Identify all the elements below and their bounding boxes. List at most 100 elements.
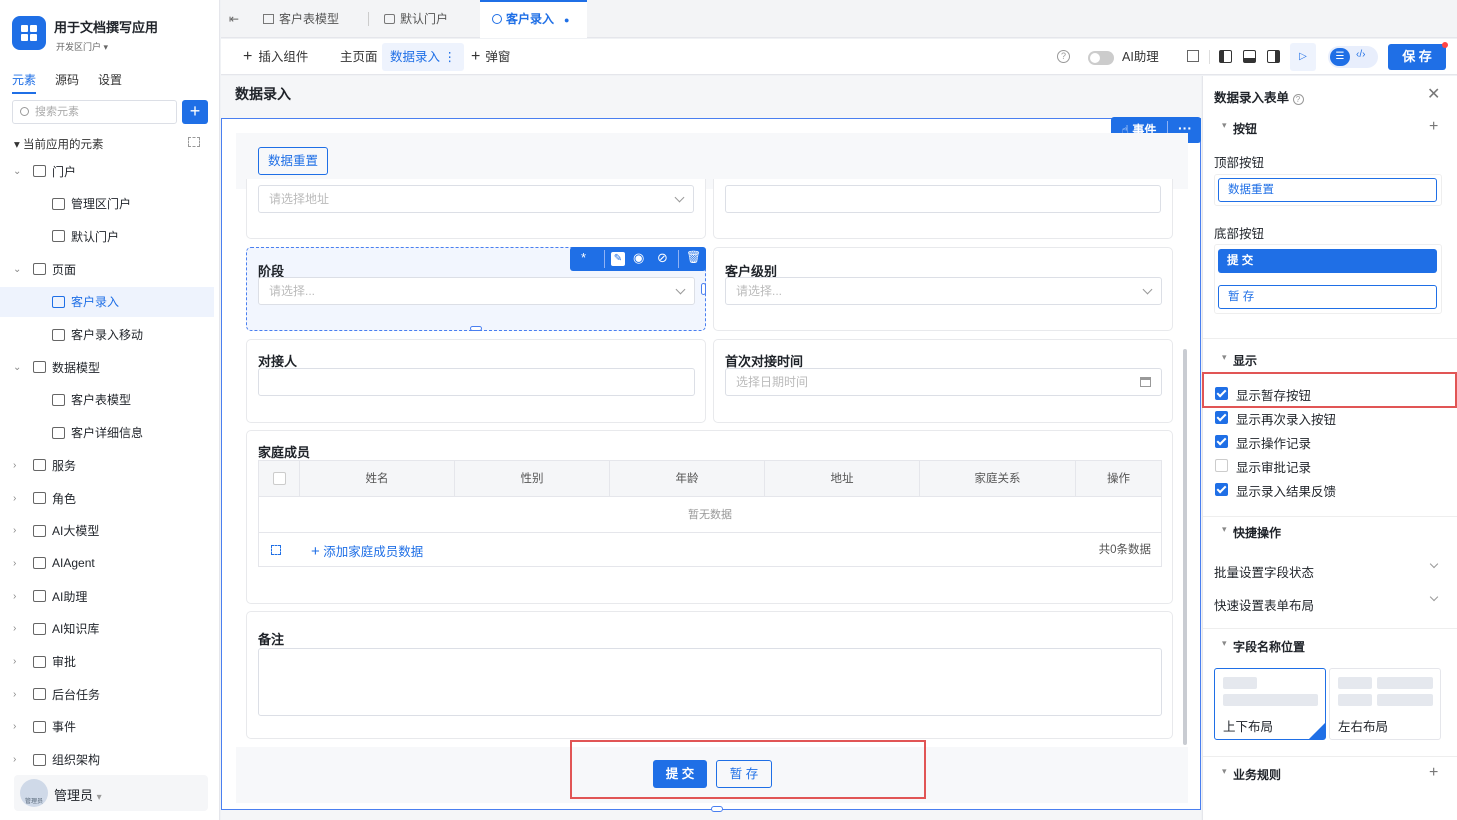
select-all-checkbox[interactable] (273, 472, 286, 485)
layout-top-bottom-option[interactable]: 上下布局 (1214, 668, 1326, 740)
view-mode-switch[interactable]: ☰ ‹/› (1328, 46, 1378, 68)
data-entry-tab[interactable]: 数据录入 ⋮ (382, 43, 464, 71)
data-reset-button[interactable]: 数据重置 (258, 147, 328, 175)
remark-textarea[interactable] (258, 648, 1162, 716)
sidebar-item[interactable]: › 审批 (0, 647, 214, 677)
display-section[interactable]: 显示 (1222, 352, 1257, 369)
layout-icon[interactable] (1187, 50, 1199, 62)
sidebar-item[interactable]: ⌄ 门户 (0, 156, 214, 186)
form-resize-handle[interactable] (711, 806, 723, 812)
display-option-checkbox[interactable] (1215, 411, 1228, 424)
sidebar-item[interactable]: ⌄ 页面 (0, 254, 214, 284)
chevron-right-icon[interactable]: › (13, 689, 16, 700)
display-option-checkbox[interactable] (1215, 483, 1228, 496)
form-container[interactable]: ☝ 事件 ··· 数据重置 请选择地址 * ✎ ◉ ⊘ 🗑 阶段 请选择... … (221, 117, 1201, 812)
sidebar-item[interactable]: › 后台任务 (0, 679, 214, 709)
label-position-section[interactable]: 字段名称位置 (1222, 638, 1305, 655)
sidebar-item[interactable]: › 角色 (0, 483, 214, 513)
first-contact-date-picker[interactable]: 选择日期时间 (725, 368, 1162, 396)
bottom-draft-item[interactable]: 暂 存 (1218, 285, 1437, 309)
sidebar-item[interactable]: › 事件 (0, 712, 214, 742)
group-title[interactable]: ▾ 当前应用的元素 (14, 136, 103, 152)
sidebar-item[interactable]: › AI助理 (0, 581, 214, 611)
sidebar-item[interactable]: 客户详细信息 (0, 418, 214, 448)
sidebar-item[interactable]: 客户表模型 (0, 385, 214, 415)
chevron-right-icon[interactable]: › (13, 460, 16, 471)
sidebar-item[interactable]: › 服务 (0, 450, 214, 480)
add-rule-icon[interactable]: + (1429, 764, 1438, 782)
main-page-tab[interactable]: 主页面 (340, 39, 378, 75)
address-detail-input[interactable] (725, 185, 1161, 213)
delete-icon[interactable]: 🗑 (686, 250, 701, 264)
tab-source[interactable]: 源码 (55, 71, 79, 94)
chevron-right-icon[interactable]: › (13, 591, 16, 602)
collapse-sidebar-icon[interactable]: ⇤ (229, 0, 249, 38)
address-select[interactable]: 请选择地址 (258, 185, 694, 213)
add-family-member-button[interactable]: + 添加家庭成员数据 (311, 541, 423, 560)
scrollbar[interactable] (1183, 349, 1187, 745)
add-button-icon[interactable]: + (1429, 118, 1438, 136)
tab-default-portal[interactable]: 默认门户 (384, 0, 448, 38)
chevron-right-icon[interactable]: › (13, 721, 16, 732)
user-menu[interactable]: 管理员 管理员 ▾ (14, 775, 208, 811)
design-mode-icon[interactable]: ☰ (1330, 48, 1350, 66)
chevron-down-icon[interactable]: ⌄ (13, 264, 21, 275)
sidebar-item[interactable]: 客户录入移动 (0, 320, 214, 350)
preview-play-icon[interactable]: ▷ (1290, 43, 1316, 71)
sidebar-item[interactable]: 管理区门户 (0, 189, 214, 219)
chevron-down-icon[interactable] (1429, 592, 1439, 602)
popup-button[interactable]: + 弹窗 (471, 39, 510, 75)
contact-input[interactable] (258, 368, 695, 396)
fullscreen-icon[interactable] (271, 545, 281, 555)
quick-form-layout[interactable]: 快速设置表单布局 (1214, 595, 1314, 614)
tab-elements[interactable]: 元素 (12, 71, 37, 94)
display-option-checkbox[interactable] (1215, 459, 1228, 472)
chevron-down-icon[interactable] (1429, 559, 1439, 569)
chevron-down-icon[interactable]: ⌄ (13, 362, 21, 373)
batch-field-status[interactable]: 批量设置字段状态 (1214, 562, 1314, 581)
group-settings-icon[interactable] (188, 137, 200, 147)
help-icon[interactable]: ? (1057, 50, 1070, 63)
resize-handle-side[interactable] (701, 283, 706, 295)
bottom-panel-icon[interactable] (1243, 50, 1256, 63)
chevron-right-icon[interactable]: › (13, 754, 16, 765)
right-panel-icon[interactable] (1267, 50, 1280, 63)
bottom-submit-item[interactable]: 提 交 (1218, 249, 1437, 273)
required-icon[interactable]: * (581, 250, 586, 265)
chevron-right-icon[interactable]: › (13, 623, 16, 634)
save-button[interactable]: 保 存 (1388, 42, 1448, 70)
close-icon[interactable]: ✕ (1427, 84, 1440, 104)
ai-assistant-toggle[interactable] (1088, 51, 1114, 65)
eye-off-icon[interactable]: ⊘ (657, 250, 668, 266)
sidebar-item[interactable]: › AI大模型 (0, 516, 214, 546)
chevron-right-icon[interactable]: › (13, 493, 16, 504)
sidebar-item[interactable]: › 组织架构 (0, 745, 214, 775)
add-element-button[interactable]: + (182, 100, 208, 124)
tab-customer-model[interactable]: 客户表模型 (263, 0, 339, 38)
quick-actions-section[interactable]: 快捷操作 (1222, 524, 1281, 541)
resize-handle[interactable] (470, 326, 482, 331)
display-option-checkbox[interactable] (1215, 387, 1228, 400)
sidebar-item[interactable]: 客户录入 (0, 286, 214, 317)
search-input[interactable]: 搜索元素 (12, 100, 177, 124)
business-rules-section[interactable]: 业务规则 (1222, 766, 1281, 783)
sidebar-item[interactable]: ⌄ 数据模型 (0, 352, 214, 382)
sidebar-item[interactable]: › AIAgent (0, 548, 214, 578)
buttons-section[interactable]: 按钮 (1222, 120, 1257, 137)
sidebar-item[interactable]: › AI知识库 (0, 614, 214, 644)
chevron-right-icon[interactable]: › (13, 525, 16, 536)
sidebar-item[interactable]: 默认门户 (0, 221, 214, 251)
chevron-right-icon[interactable]: › (13, 558, 16, 569)
chevron-right-icon[interactable]: › (13, 656, 16, 667)
edit-icon[interactable]: ✎ (611, 252, 625, 266)
left-panel-icon[interactable] (1219, 50, 1232, 63)
display-option-checkbox[interactable] (1215, 435, 1228, 448)
top-button-item[interactable]: 数据重置 (1218, 178, 1437, 202)
draft-button[interactable]: 暂 存 (716, 760, 772, 788)
submit-button[interactable]: 提 交 (653, 760, 707, 788)
tab-customer-entry[interactable]: 客户录入 ● (480, 0, 587, 38)
chevron-down-icon[interactable]: ⌄ (13, 166, 21, 177)
eye-icon[interactable]: ◉ (633, 250, 644, 266)
insert-component-button[interactable]: + 插入组件 (243, 39, 308, 75)
portal-selector[interactable]: 开发区门户 ▾ (56, 40, 108, 53)
